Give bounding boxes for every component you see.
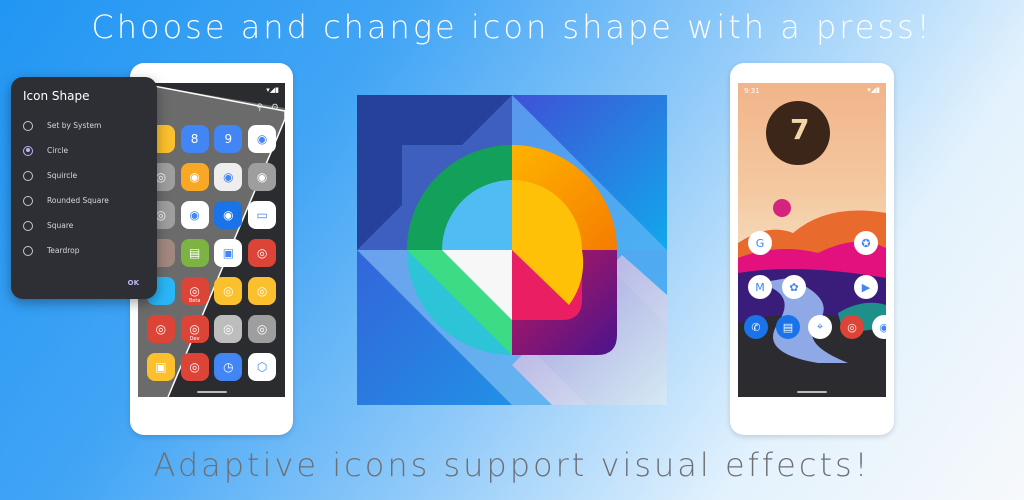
chrome-window-icon: ◎ [214,315,243,343]
app-icon-chrome-window-2[interactable]: ◎ [245,315,279,343]
shape-option-label: Set by System [47,121,102,130]
android-app-icon: ▤ [180,239,209,267]
app-icon-chrome-square[interactable]: ◎ [245,239,279,267]
radio-checked[interactable] [23,145,33,156]
shape-option[interactable]: Rounded Square [23,188,145,213]
app-icon-chrome-canary-square[interactable]: ◎ [245,277,279,305]
right-phone-screen: 9:31 ▾◢▮ 7 G ✪ M ✿ ▶ ✆ ▤ ⌖ ◎ ◉ [738,83,886,397]
radio-unchecked[interactable] [23,245,33,256]
radio-unchecked[interactable] [23,220,33,231]
app-icon-chrome-2[interactable]: ◎ [178,353,212,381]
app-icon-chrome-window[interactable]: ◎ [212,315,246,343]
duo-like-icon: ◉ [248,125,277,153]
chrome-beta-icon: ◎ Beta [180,277,209,305]
app-icon-chrome-canary[interactable]: ◎ [212,277,246,305]
shape-option-label: Rounded Square [47,196,109,205]
icon-shape-dialog: Icon Shape Set by System Circle Squircle Ro… [11,77,157,299]
radio-unchecked[interactable] [23,120,33,131]
app-icon-chrome[interactable]: ◎ [144,315,178,343]
clock-icon: ◷ [214,353,243,381]
shape-option[interactable]: Set by System [23,113,145,138]
app-icon-chrome-dev[interactable]: ◎ Dev [178,315,212,343]
app-icon-duo-like[interactable]: ◉ [245,125,279,153]
dialog-title: Icon Shape [23,89,90,103]
footline: Adaptive icons support visual effects! [153,446,871,484]
radio-unchecked[interactable] [23,195,33,206]
calendar-9-icon: 9 [214,125,243,153]
shape-option[interactable]: Squircle [23,163,145,188]
shape-option-label: Square [47,221,74,230]
launcher-toolbar: ⚲ ⚙ [256,103,279,113]
chrome-dev-icon: ◎ Dev [180,315,209,343]
photos-gray-icon: ◉ [248,163,277,191]
app-icon-gmail[interactable]: M [748,275,772,299]
chrome-icon: ◎ [146,315,175,343]
shape-options: Set by System Circle Squircle Rounded Squar… [23,113,145,263]
app-icon-phone[interactable]: ✆ [744,315,768,339]
app-icon-photos[interactable]: ✿ [782,275,806,299]
photos-orange-icon: ◉ [180,163,209,191]
chrome-canary-square-icon: ◎ [248,277,277,305]
app-icon-cloud[interactable]: ⬡ [245,353,279,381]
photos-white-icon: ◉ [214,163,243,191]
app-icon-messages[interactable]: ▤ [776,315,800,339]
app-icon-calendar-8[interactable]: 8 [178,125,212,153]
radio-unchecked[interactable] [23,170,33,181]
search-icon[interactable]: ⚲ [256,103,263,113]
nav-handle[interactable] [196,391,227,393]
right-phone: 9:31 ▾◢▮ 7 G ✪ M ✿ ▶ ✆ ▤ ⌖ ◎ ◉ [730,63,894,435]
app-icon-calendar-9[interactable]: 9 [212,125,246,153]
cardboard-icon: ▭ [248,201,277,229]
chrome-window-2-icon: ◎ [248,315,277,343]
app-icon-classroom[interactable]: ▣ [144,353,178,381]
shape-option-label: Squircle [47,171,78,180]
status-bar: K ▾◢▮ [138,83,285,99]
chrome-square-icon: ◎ [248,239,277,267]
app-grid: 8 9 ◉ ◎ ◉ ◉ ◉ ◎ ◉ ◉ ▭ ▤ ▣ ◎ ◎ Beta ◎ ◎ ◎ ◎ Dev ◎ ◎ ▣ ◎ ◷ ⬡ [144,125,279,381]
app-variant-label: Dev [189,336,200,342]
chrome-2-icon: ◎ [180,353,209,381]
app-icon-google[interactable]: G [748,231,772,255]
left-phone-screen: K ▾◢▮ ⚲ ⚙ 89◉◎◉◉◉◎◉◉▭▤▣◎◎Beta◎◎◎◎Dev◎◎▣◎… [138,83,285,397]
app-icon-cardboard[interactable]: ▭ [245,201,279,229]
clock-widget-hour: 7 [790,113,810,146]
shape-option-label: Teardrop [47,246,80,255]
app-icon-clock[interactable]: ◷ [212,353,246,381]
app-icon-chrome-beta[interactable]: ◎ Beta [178,277,212,305]
ok-button[interactable]: OK [128,279,139,287]
camera-blue-icon: ◉ [214,201,243,229]
shape-option[interactable]: Square [23,213,145,238]
shape-option[interactable]: Teardrop [23,238,145,263]
app-variant-label: Beta [188,298,201,304]
app-icon-play-store[interactable]: ▶ [854,275,878,299]
chat-icon: ▣ [214,239,243,267]
app-icon-maps[interactable]: ⌖ [808,315,832,339]
chrome-canary-icon: ◎ [214,277,243,305]
app-icon-android-app[interactable]: ▤ [178,239,212,267]
app-icon-chrome[interactable]: ◎ [840,315,864,339]
app-logo [357,95,667,405]
status-bar: 9:31 ▾◢▮ [738,83,886,99]
app-icon-photos-white[interactable]: ◉ [212,163,246,191]
app-icon-assistant-app[interactable]: ✪ [854,231,878,255]
cloud-icon: ⬡ [248,353,277,381]
app-icon-photos-orange[interactable]: ◉ [178,163,212,191]
app-icon-camera-white[interactable]: ◉ [178,201,212,229]
shape-option-label: Circle [47,146,69,155]
classroom-icon: ▣ [146,353,175,381]
nav-handle[interactable] [797,391,827,393]
headline: Choose and change icon shape with a pres… [91,8,933,46]
camera-white-icon: ◉ [180,201,209,229]
app-icon-camera-blue[interactable]: ◉ [212,201,246,229]
app-icon-photos-gray[interactable]: ◉ [245,163,279,191]
status-icons: ▾◢▮ [867,86,880,94]
app-icon-chat[interactable]: ▣ [212,239,246,267]
status-icons: ▾◢▮ [266,86,279,94]
settings-icon[interactable]: ⚙ [271,103,279,113]
calendar-8-icon: 8 [180,125,209,153]
status-time: 9:31 [744,87,760,95]
shape-option[interactable]: Circle [23,138,145,163]
